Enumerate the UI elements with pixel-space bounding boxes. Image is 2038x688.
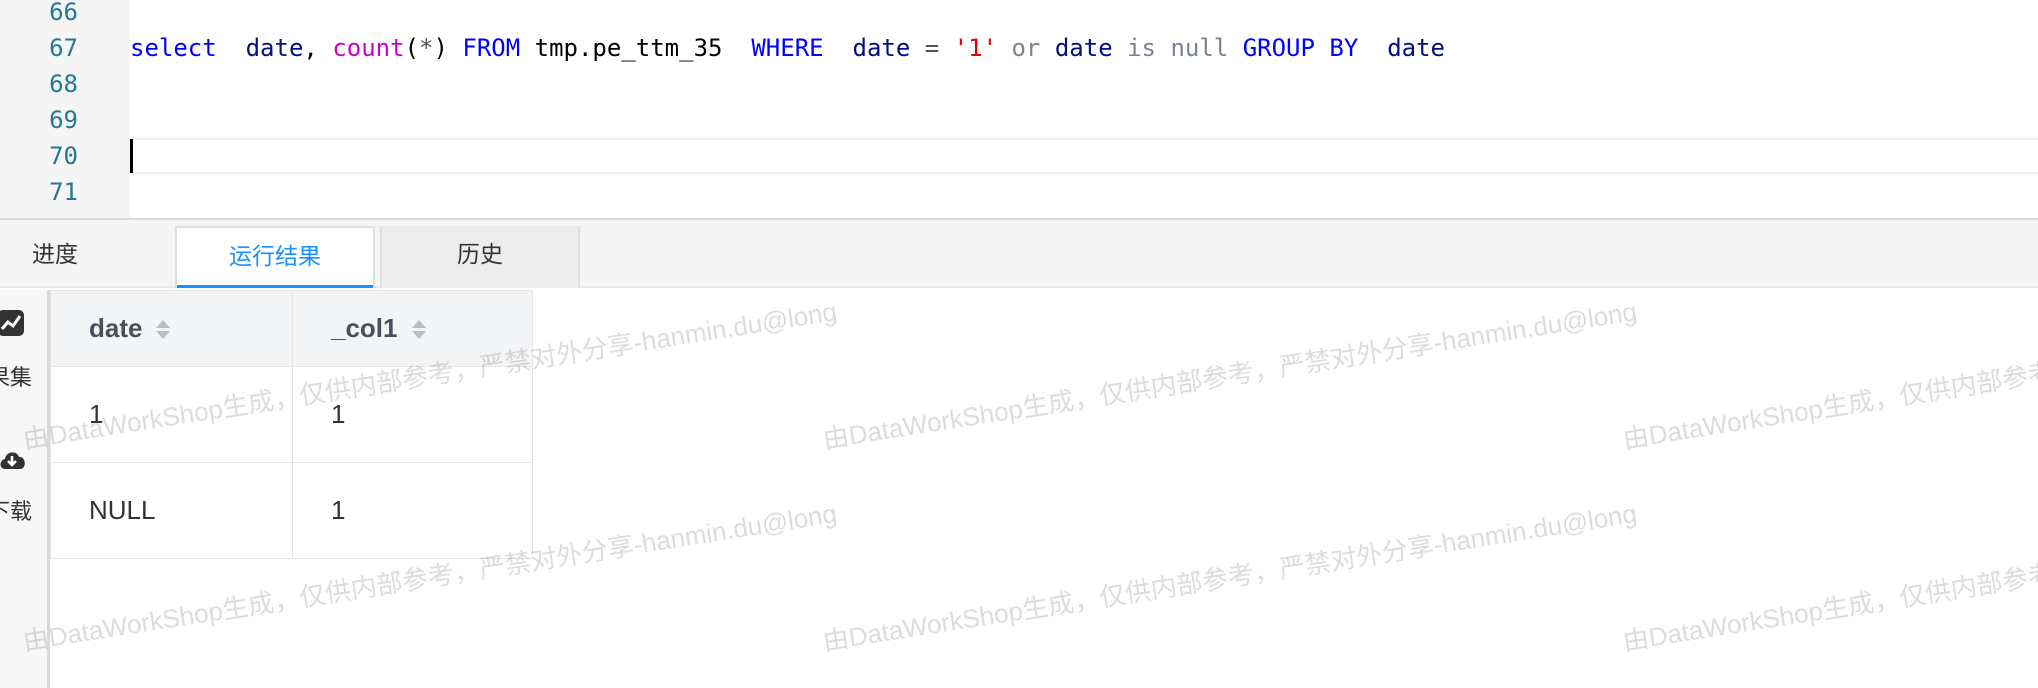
text-cursor: [130, 139, 133, 173]
line-number: 70: [49, 142, 78, 170]
result-table: date _col1 1 1 NULL 1: [50, 290, 533, 559]
editor-line[interactable]: 71: [0, 174, 2038, 210]
table-header-row: date _col1: [50, 290, 533, 367]
result-sidebar: 果集 下载: [0, 290, 50, 688]
line-number: 66: [49, 0, 78, 26]
line-number: 68: [49, 70, 78, 98]
column-header-date[interactable]: date: [50, 290, 293, 367]
sql-token-gray: is: [1127, 34, 1156, 62]
line-number: 71: [49, 178, 78, 206]
watermark: 由DataWorkShop生成，仅供内部参考，: [1620, 554, 2038, 657]
sql-token-gray: null: [1170, 34, 1229, 62]
watermark: 由DataWorkShop生成，仅供内部参考，严禁对外分享-hanmin.du@…: [820, 498, 1639, 657]
editor-line[interactable]: 69: [0, 102, 2038, 138]
editor-line-current[interactable]: 70: [0, 138, 2038, 174]
sql-token-plain: [997, 34, 1011, 62]
sql-token-plain: [1040, 34, 1054, 62]
sql-token-plain: [1113, 34, 1127, 62]
column-header-label: date: [89, 313, 143, 343]
sql-token-plain: [1358, 34, 1387, 62]
sql-token-plain: ,: [303, 34, 333, 62]
sort-icon[interactable]: [411, 319, 426, 341]
sql-token-id: date: [245, 34, 304, 62]
table-cell: NULL: [50, 462, 293, 559]
table-cell: 1: [292, 366, 533, 463]
sql-token-plain: [1228, 34, 1242, 62]
editor-line[interactable]: 68: [0, 66, 2038, 102]
sql-token-plain: [217, 34, 246, 62]
sidebar-item-download[interactable]: 下载: [0, 494, 32, 526]
tab-results[interactable]: 运行结果: [175, 226, 375, 288]
sql-token-kw: select: [130, 34, 217, 62]
tab-progress[interactable]: 进度: [0, 226, 140, 288]
table-row[interactable]: 1 1: [50, 366, 533, 463]
sql-token-op: *: [419, 34, 434, 62]
current-line-highlight: [130, 138, 2038, 174]
table-row[interactable]: NULL 1: [50, 462, 533, 559]
sql-token-plain: ): [433, 34, 463, 62]
sql-statement: select date, count(*) FROM tmp.pe_ttm_35…: [130, 30, 1445, 66]
line-number: 69: [49, 106, 78, 134]
sql-token-kw: FROM: [462, 34, 521, 62]
chart-icon[interactable]: [0, 310, 28, 340]
cloud-download-icon[interactable]: [0, 445, 28, 475]
sql-token-id: date: [1054, 34, 1113, 62]
column-header-label: _col1: [331, 313, 398, 343]
result-tabbar: 进度 运行结果 历史: [0, 218, 2038, 288]
sort-icon[interactable]: [156, 319, 171, 341]
sql-token-plain: tmp.pe_ttm_35: [520, 34, 752, 62]
editor-line[interactable]: 66: [0, 0, 2038, 30]
sql-token-str: '1': [953, 34, 998, 62]
line-number: 67: [49, 34, 78, 62]
sql-token-id: date: [1387, 34, 1445, 62]
sql-token-plain: [824, 34, 853, 62]
editor-line[interactable]: 67 select date, count(*) FROM tmp.pe_ttm…: [0, 30, 2038, 66]
sql-token-plain: [1156, 34, 1170, 62]
sql-token-kw: GROUP BY: [1242, 34, 1359, 62]
column-header-col1[interactable]: _col1: [292, 290, 533, 367]
table-cell: 1: [292, 462, 533, 559]
sql-token-kw: WHERE: [751, 34, 824, 62]
watermark: 由DataWorkShop生成，仅供内部参考，严禁对外分享-hanmin.du@…: [820, 296, 1639, 455]
sql-token-fn: count: [332, 34, 405, 62]
sql-token-id: date: [852, 34, 911, 62]
tab-history[interactable]: 历史: [380, 226, 580, 288]
sql-token-gray: or: [1011, 34, 1041, 62]
sql-token-op: =: [910, 34, 954, 62]
code-editor[interactable]: 66 67 select date, count(*) FROM tmp.pe_…: [0, 0, 2038, 218]
sql-token-plain: (: [404, 34, 420, 62]
table-cell: 1: [50, 366, 293, 463]
sidebar-item-resultset[interactable]: 果集: [0, 360, 32, 392]
watermark: 由DataWorkShop生成，仅供内部参考，: [1620, 352, 2038, 455]
